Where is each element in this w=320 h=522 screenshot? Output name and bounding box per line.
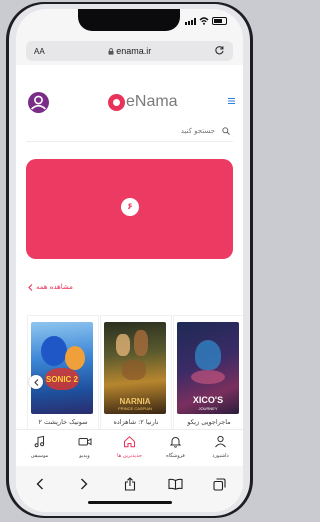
forward-button[interactable] [74,474,94,494]
share-icon [124,477,136,491]
book-icon [167,478,183,490]
poster-title: NARNIA [119,397,151,406]
lock-icon [108,48,114,55]
back-button[interactable] [30,474,50,494]
nav-label: جدیدترین ها [117,453,142,459]
phone-screen: AA enama.ir eNama جستجو کنید ۶ مشاهده هم… [16,9,243,512]
content-card[interactable]: XICO'S JOURNEY ماجراجویی زیکو [173,315,243,440]
see-all-link[interactable]: مشاهده همه [28,283,73,291]
music-icon [34,435,45,448]
web-app: eNama جستجو کنید ۶ مشاهده همه XICO'S JOU… [16,65,243,505]
poster-subtitle: JOURNEY [198,406,218,411]
nav-item-music[interactable]: موسیقی [17,433,62,459]
banner-badge: ۶ [121,198,139,216]
home-icon [124,436,135,448]
browser-toolbar [16,466,243,512]
search-input[interactable]: جستجو کنید [181,127,215,135]
tabs-button[interactable] [209,474,229,494]
profile-avatar-button[interactable] [28,92,49,113]
nav-label: ویدیو [79,453,90,459]
poster-image: SONIC 2 [31,322,93,414]
nav-item-video[interactable]: ویدیو [62,433,107,459]
user-avatar-icon [31,95,46,110]
carousel-prev-button[interactable] [29,375,43,389]
poster-image: NARNIA PRINCE CASPIAN [104,322,166,414]
bell-icon [169,437,182,448]
card-title: نارنیا ۲: شاهزاده [113,418,159,426]
bottom-navigation: داشبورد فروشگاه جدیدترین ها ویدیو موسیقی [16,429,243,466]
logo-mark-icon [108,93,125,111]
poster-subtitle: PRINCE CASPIAN [118,406,152,411]
logo-text: eNama [126,93,178,110]
nav-label: داشبورد [212,453,229,459]
poster-title: XICO'S [192,395,224,405]
nav-item-store[interactable]: فروشگاه [153,433,198,459]
card-title: ماجراجویی زیکو [187,418,231,426]
notch [78,9,180,31]
content-carousel: XICO'S JOURNEY ماجراجویی زیکو NARNIA PRI… [26,315,243,440]
home-indicator [88,501,172,504]
url-label: enama.ir [116,46,152,56]
share-button[interactable] [120,474,140,494]
url-text: enama.ir [26,46,233,56]
nav-item-dashboard[interactable]: داشبورد [198,433,243,459]
video-icon [78,438,91,446]
tabs-icon [212,477,226,491]
content-card[interactable]: NARNIA PRINCE CASPIAN نارنیا ۲: شاهزاده [100,315,172,440]
wifi-icon [199,17,209,25]
logo[interactable]: eNama [108,93,178,111]
user-icon [215,435,226,448]
search-icon[interactable] [222,127,230,135]
battery-icon [212,17,227,25]
browser-address-bar[interactable]: AA enama.ir [26,41,233,61]
chevron-right-icon [81,478,88,490]
nav-label: موسیقی [30,453,49,459]
chevron-left-icon [33,378,38,386]
promo-banner[interactable]: ۶ [26,159,233,259]
bookmarks-button[interactable] [165,474,185,494]
search-bar[interactable]: جستجو کنید [26,125,233,142]
nav-label: فروشگاه [166,453,185,459]
reload-icon[interactable] [214,45,225,56]
poster-image: XICO'S JOURNEY [177,322,239,414]
chevron-left-icon [36,478,43,490]
see-all-label: مشاهده همه [36,283,73,291]
status-icons [185,17,227,25]
card-title: سونیک خارپشت ۲ [38,418,88,426]
chevron-left-icon [28,283,33,291]
signal-icon [185,17,196,25]
hamburger-menu-icon[interactable] [228,98,235,104]
nav-item-newest[interactable]: جدیدترین ها [107,433,152,459]
